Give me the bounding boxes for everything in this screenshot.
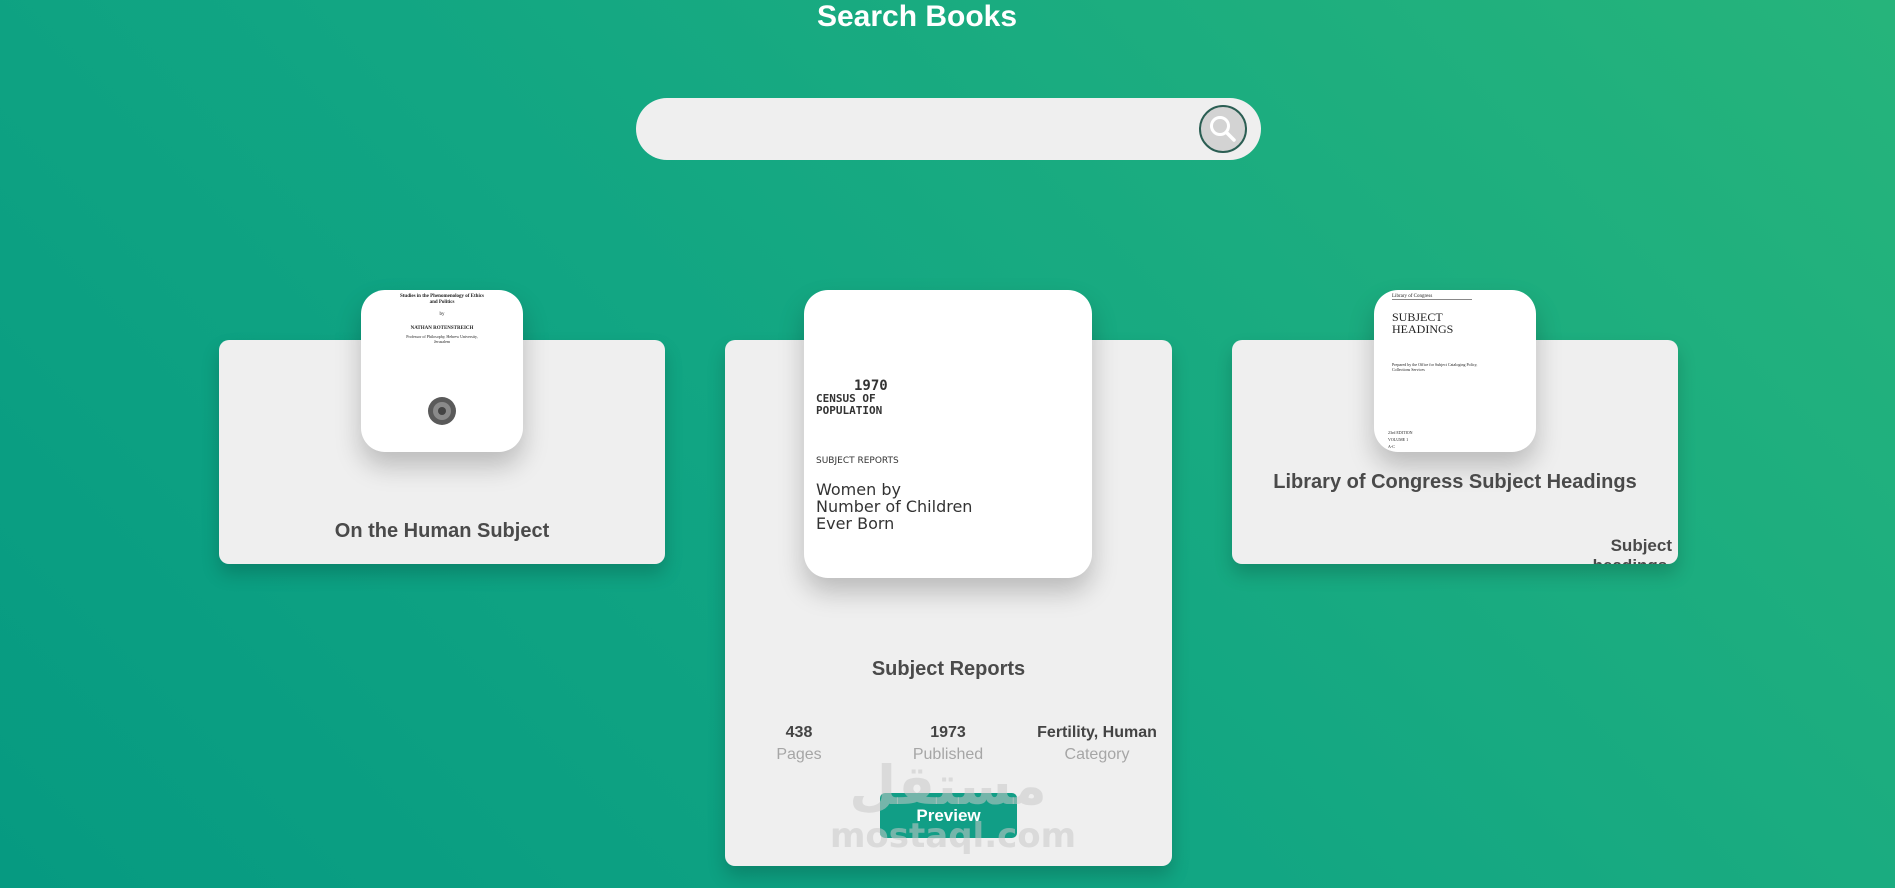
cover-heading-line3: Ever Born xyxy=(816,514,895,533)
cover-author: NATHAN ROTENSTREICH xyxy=(410,326,474,331)
book-title: Subject Reports xyxy=(871,658,1026,680)
watermark-arabic: مستقل xyxy=(849,754,1047,817)
search-bar xyxy=(636,98,1261,160)
cover-census-line2: POPULATION xyxy=(816,404,883,417)
book-cover: 1970 CENSUS OF POPULATION SUBJECT REPORT… xyxy=(804,290,1092,578)
seal-icon xyxy=(428,397,456,425)
cover-series: SUBJECT REPORTS xyxy=(816,456,899,466)
stat-value: 438 xyxy=(785,724,813,741)
book-title: Library of Congress Subject Headings xyxy=(1273,471,1637,493)
search-icon xyxy=(1210,116,1236,142)
cover-by: by xyxy=(439,312,445,317)
cover-affiliation: Professor of Philosophy, Hebrew Universi… xyxy=(406,334,478,344)
stat-value: Fertility, Human xyxy=(1037,724,1157,741)
cover-subtitle: Studies in the Phenomenology of Ethics a… xyxy=(399,294,485,305)
watermark-latin: mostaql.com xyxy=(830,816,1077,856)
search-input[interactable] xyxy=(660,108,1204,152)
cover-note: Prepared by the Office for Subject Catal… xyxy=(1392,362,1478,372)
cover-volume: VOLUME 1 xyxy=(1388,437,1409,442)
book-title: On the Human Subject xyxy=(334,520,550,542)
book-description: Subject headings, xyxy=(1593,536,1672,564)
watermark-logo: مستقل mostaql.com xyxy=(830,754,1077,865)
cover-publisher: Library of Congress xyxy=(1392,294,1472,300)
cover-letters: A-C xyxy=(1388,444,1395,449)
search-button[interactable] xyxy=(1199,105,1247,153)
stat-value: 1973 xyxy=(930,724,966,741)
cover-edition: 23rd EDITION xyxy=(1388,430,1413,435)
cover-heading-line2: HEADINGS xyxy=(1392,322,1454,336)
page-title: Search Books xyxy=(816,0,1018,33)
book-cover: Library of Congress SUBJECT HEADINGS Pre… xyxy=(1374,290,1536,452)
book-cover: Studies in the Phenomenology of Ethics a… xyxy=(361,290,523,452)
